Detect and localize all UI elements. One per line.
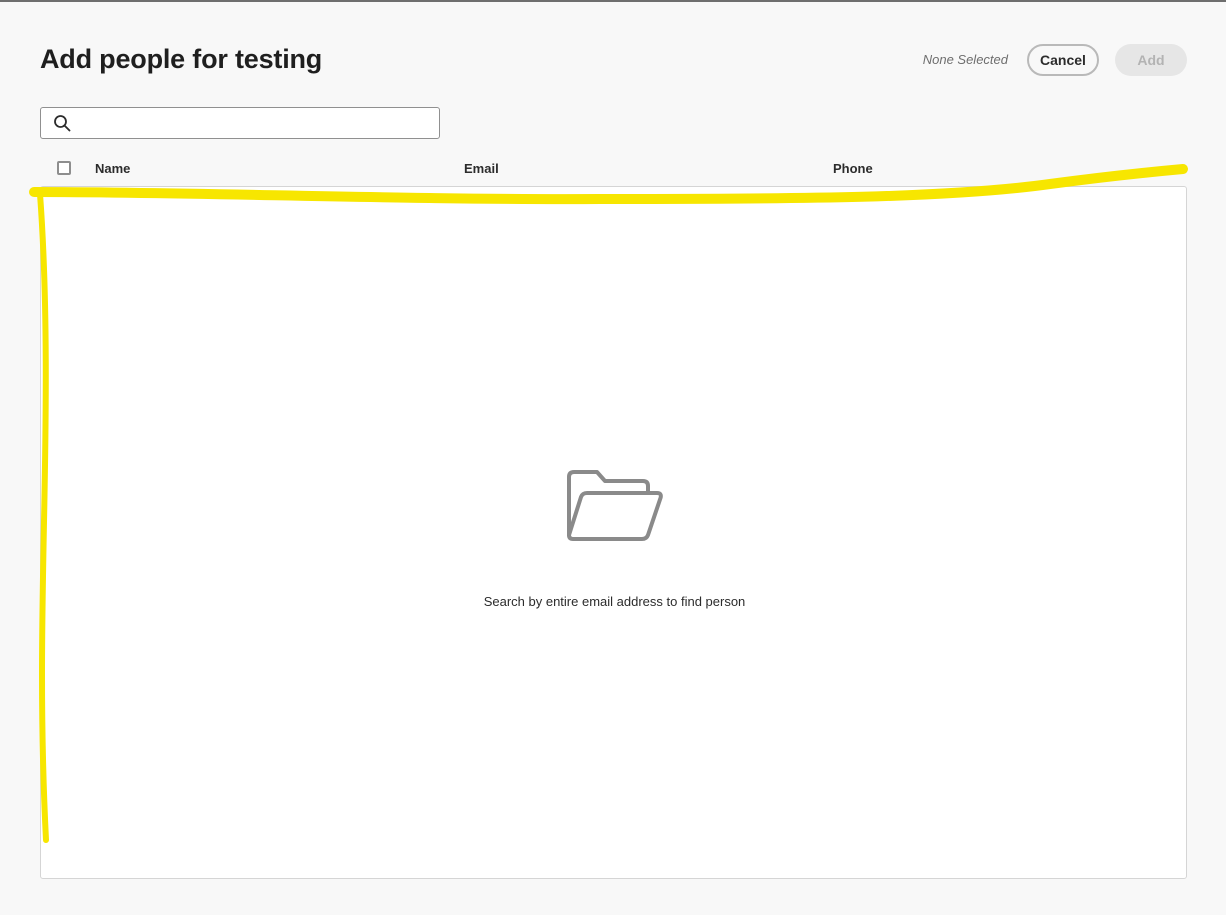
search-icon [54,115,71,132]
selection-status: None Selected [922,52,1008,67]
column-header-phone[interactable]: Phone [833,161,873,176]
table-header: Name Email Phone [40,154,1187,184]
empty-state-message: Search by entire email address to find p… [483,594,746,609]
dialog-title: Add people for testing [40,44,323,74]
cancel-button[interactable]: Cancel [1027,44,1099,76]
add-people-dialog: Add people for testing None Selected Can… [0,0,1226,915]
add-button[interactable]: Add [1115,44,1187,76]
select-all-checkbox[interactable] [57,161,71,175]
table-body: Search by entire email address to find p… [40,186,1187,879]
search-field[interactable] [40,107,440,139]
column-header-name[interactable]: Name [95,161,130,176]
folder-open-icon [567,470,663,541]
search-input[interactable] [79,112,433,136]
column-header-email[interactable]: Email [464,161,499,176]
